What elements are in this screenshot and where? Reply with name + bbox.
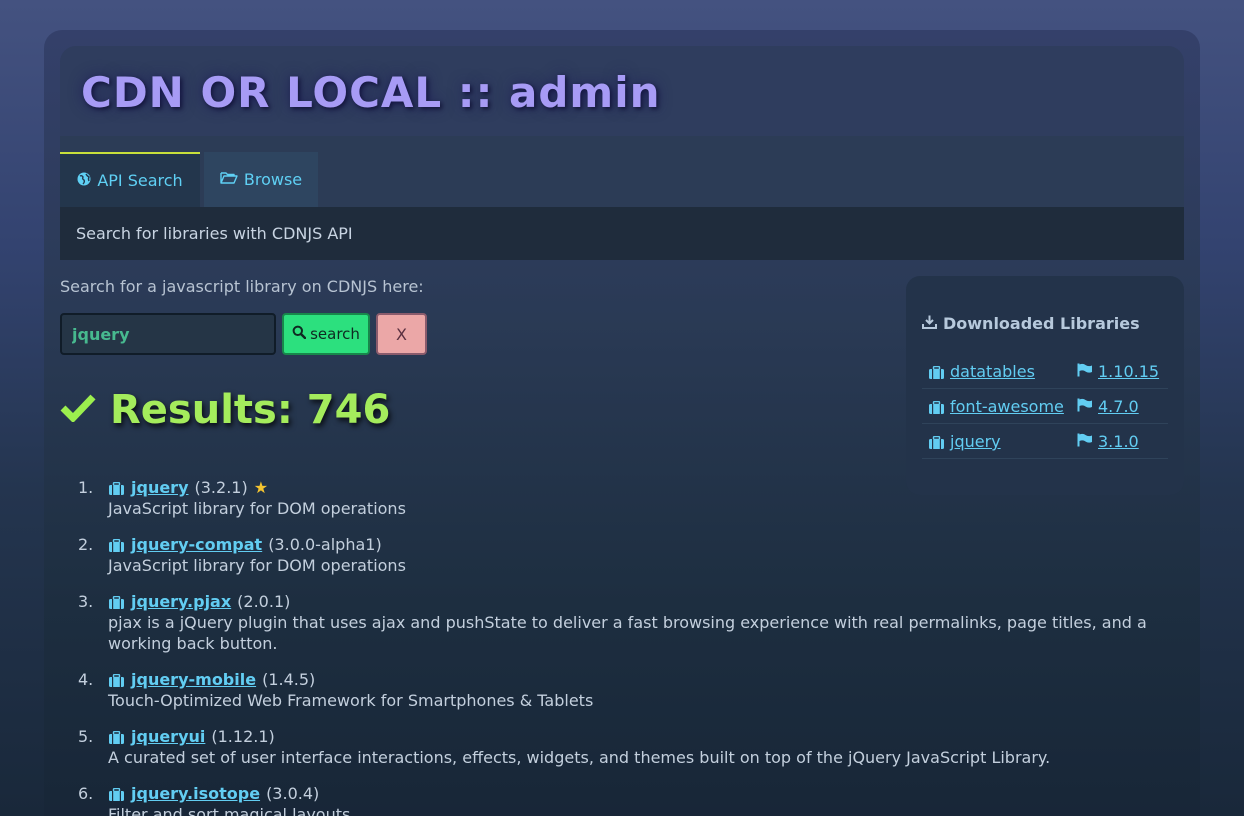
library-version: (1.12.1) [211,727,275,746]
library-link[interactable]: jquery.isotope [131,783,260,804]
library-description: A curated set of user interface interact… [108,748,1051,767]
list-item: 2. jquery-compat (3.0.0-alpha1) JavaScri… [60,534,1170,576]
search-icon [292,325,307,343]
list-item: 4. jquery-mobile (1.4.5) Touch-Optimized… [60,669,1170,711]
clear-button[interactable]: X [376,313,427,355]
library-link[interactable]: jquery-mobile [131,669,256,690]
downloaded-libraries-panel: Downloaded Libraries datatables 1.10.15 [906,276,1184,495]
downloaded-library-version: 4.7.0 [1098,397,1139,416]
suitcase-icon [108,783,125,804]
library-version: (2.0.1) [237,592,291,611]
library-version: (3.2.1) [194,478,248,497]
page-title: CDN OR LOCAL :: admin [81,68,661,117]
library-description: JavaScript library for DOM operations [108,556,406,575]
results-heading: Results: 746 [60,387,390,433]
downloaded-library-link[interactable]: jquery [928,432,1001,451]
downloaded-library-link[interactable]: datatables [928,362,1035,381]
folder-open-icon [220,170,238,189]
downloaded-libraries-title-text: Downloaded Libraries [943,314,1140,333]
results-list: 1. jquery (3.2.1) ★ JavaScript library f… [60,477,1170,816]
library-version: (3.0.4) [266,784,320,803]
globe-icon [77,171,91,190]
page-header: CDN OR LOCAL :: admin [60,46,1184,136]
suitcase-icon [108,591,125,612]
suitcase-icon [928,362,945,381]
list-item-number: 6. [78,784,94,803]
library-link[interactable]: jquery.pjax [131,591,231,612]
library-description: JavaScript library for DOM operations [108,499,406,518]
suitcase-icon [108,477,125,498]
library-version: (1.4.5) [262,670,316,689]
downloaded-libraries-title: Downloaded Libraries [922,314,1140,333]
suitcase-icon [108,669,125,690]
search-prompt: Search for a javascript library on CDNJS… [60,277,424,296]
download-icon [922,314,937,333]
downloaded-library-name: font-awesome [950,397,1064,416]
suitcase-icon [108,534,125,555]
library-version: (3.0.0-alpha1) [268,535,382,554]
downloaded-library-name: jquery [950,432,1001,451]
list-item-number: 1. [78,478,94,497]
library-link[interactable]: jqueryui [131,726,205,747]
flag-icon [1077,432,1093,451]
tab-panel-text: Search for libraries with CDNJS API [76,224,353,243]
list-item: 5. jqueryui (1.12.1) A curated set of us… [60,726,1170,768]
main-container: CDN OR LOCAL :: admin API Search Browse … [44,30,1200,816]
search-button[interactable]: search [282,313,370,355]
downloaded-library-version-link[interactable]: 1.10.15 [1077,362,1159,381]
downloaded-library-version-link[interactable]: 4.7.0 [1077,397,1139,416]
check-icon [60,390,96,431]
downloaded-library-version: 1.10.15 [1098,362,1160,381]
library-description: pjax is a jQuery plugin that uses ajax a… [108,613,1147,653]
search-input[interactable] [60,313,276,355]
tab-api-search[interactable]: API Search [60,152,200,207]
results-count: Results: 746 [110,387,391,433]
downloaded-library-version: 3.1.0 [1098,432,1139,451]
downloaded-library-row: jquery 3.1.0 [922,424,1168,459]
library-link[interactable]: jquery-compat [131,534,262,555]
downloaded-library-version-link[interactable]: 3.1.0 [1077,432,1139,451]
list-item-number: 4. [78,670,94,689]
suitcase-icon [928,397,945,416]
flag-icon [1077,362,1093,381]
downloaded-library-name: datatables [950,362,1035,381]
tab-panel: Search for libraries with CDNJS API [60,207,1184,260]
list-item: 6. jquery.isotope (3.0.4) Filter and sor… [60,783,1170,816]
search-button-label: search [310,325,360,343]
suitcase-icon [928,432,945,451]
downloaded-library-link[interactable]: font-awesome [928,397,1064,416]
tab-browse[interactable]: Browse [204,152,318,207]
list-item-number: 3. [78,592,94,611]
suitcase-icon [108,726,125,747]
clear-button-label: X [396,324,407,344]
tab-api-search-label: API Search [97,171,183,190]
flag-icon [1077,397,1093,416]
downloaded-library-row: datatables 1.10.15 [922,354,1168,389]
tab-bar: API Search Browse [60,136,1184,207]
list-item: 3. jquery.pjax (2.0.1) pjax is a jQuery … [60,591,1170,654]
list-item-number: 5. [78,727,94,746]
downloaded-library-row: font-awesome 4.7.0 [922,389,1168,424]
tab-browse-label: Browse [243,170,303,189]
star-icon: ★ [253,478,269,497]
library-description: Filter and sort magical layouts [108,805,351,816]
list-item-number: 2. [78,535,94,554]
library-description: Touch-Optimized Web Framework for Smartp… [108,691,594,710]
library-link[interactable]: jquery [131,477,189,498]
